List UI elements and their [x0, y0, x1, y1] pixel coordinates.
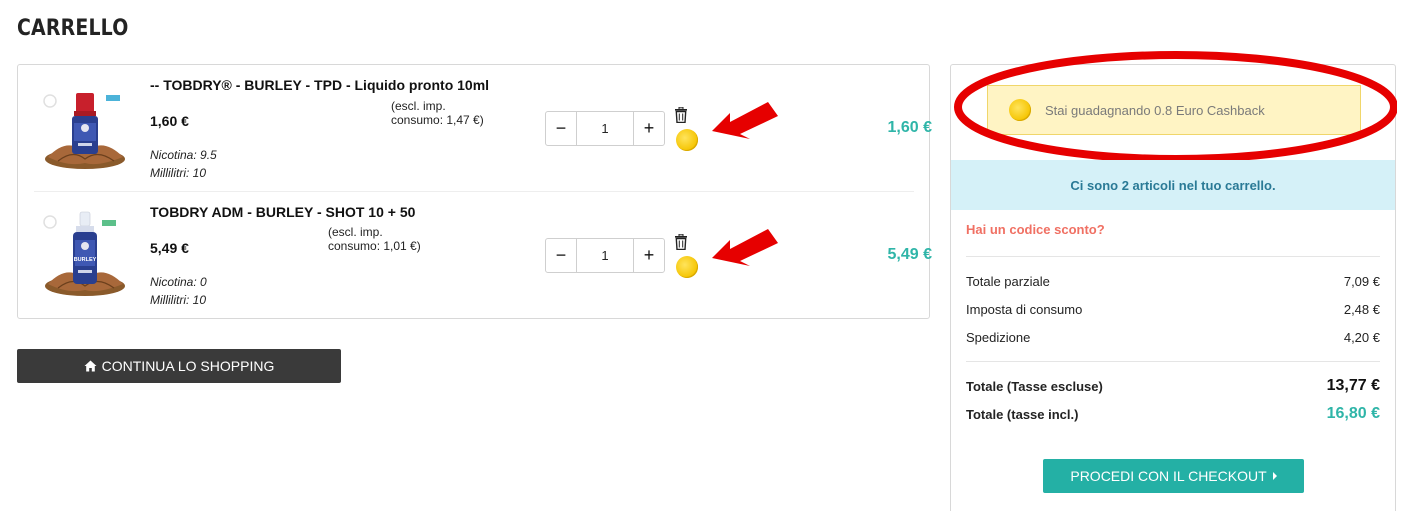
- checkout-button[interactable]: PROCEDI CON IL CHECKOUT: [1043, 459, 1304, 493]
- annotation-arrow: [712, 102, 778, 139]
- cart-item: -- TOBDRY® - BURLEY - TPD - Liquido pron…: [34, 65, 932, 192]
- checkout-label: PROCEDI CON IL CHECKOUT: [1070, 468, 1267, 484]
- subtotal-row: Totale parziale 7,09 €: [966, 274, 1380, 289]
- row-value: 16,80 €: [1326, 405, 1380, 422]
- continue-shopping-button[interactable]: CONTINUA LO SHOPPING: [17, 349, 341, 383]
- row-label: Totale parziale: [966, 274, 1050, 289]
- row-label: Totale (Tasse escluse): [966, 378, 1103, 394]
- excise-note: (escl. imp. consumo: 1,47 €): [391, 99, 484, 127]
- line-total: 1,60 €: [887, 119, 932, 136]
- continue-shopping-label: CONTINUA LO SHOPPING: [101, 358, 275, 374]
- product-price: 1,60 €: [150, 113, 189, 129]
- product-name[interactable]: -- TOBDRY® - BURLEY - TPD - Liquido pron…: [150, 77, 489, 93]
- divider: [966, 361, 1380, 362]
- qty-decrease-button[interactable]: −: [546, 239, 577, 272]
- trash-icon[interactable]: [674, 107, 688, 123]
- product-name[interactable]: TOBDRY ADM - BURLEY - SHOT 10 + 50: [150, 204, 415, 220]
- total-incl-row: Totale (tasse incl.) 16,80 €: [966, 405, 1380, 423]
- row-value: 2,48 €: [1343, 302, 1380, 317]
- cart-item: BURLEY TOBDRY ADM - BURLEY - SHOT 10 + 5…: [34, 192, 932, 319]
- home-icon: [84, 360, 97, 372]
- coin-icon: [676, 129, 698, 151]
- row-label: Imposta di consumo: [966, 302, 1083, 317]
- qty-increase-button[interactable]: +: [633, 239, 664, 272]
- qty-decrease-button[interactable]: −: [546, 112, 577, 145]
- cashback-text: Stai guadagnando 0.8 Euro Cashback: [1045, 102, 1265, 118]
- divider: [966, 256, 1380, 257]
- row-value: 7,09 €: [1343, 274, 1380, 289]
- product-image[interactable]: [38, 81, 133, 176]
- row-label: Totale (tasse incl.): [966, 406, 1079, 422]
- excise-row: Imposta di consumo 2,48 €: [966, 302, 1380, 317]
- qty-input[interactable]: [577, 112, 633, 145]
- product-attr-nicotine: Nicotina: 0: [150, 275, 207, 289]
- qty-input[interactable]: [577, 239, 633, 272]
- product-image[interactable]: BURLEY: [38, 208, 133, 303]
- annotation-arrow: [712, 229, 778, 266]
- row-value: 4,20 €: [1343, 330, 1380, 345]
- total-excl-row: Totale (Tasse escluse) 13,77 €: [966, 377, 1380, 395]
- cashback-notice: Stai guadagnando 0.8 Euro Cashback: [987, 85, 1361, 135]
- quantity-stepper: − +: [545, 238, 665, 273]
- product-attr-nicotine: Nicotina: 9.5: [150, 148, 217, 162]
- excise-note: (escl. imp. consumo: 1,01 €): [328, 225, 421, 253]
- qty-increase-button[interactable]: +: [633, 112, 664, 145]
- shipping-row: Spedizione 4,20 €: [966, 330, 1380, 345]
- quantity-stepper: − +: [545, 111, 665, 146]
- coin-icon: [676, 256, 698, 278]
- promo-code-link[interactable]: Hai un codice sconto?: [966, 222, 1105, 237]
- cart-items-panel: -- TOBDRY® - BURLEY - TPD - Liquido pron…: [17, 64, 932, 319]
- product-price: 5,49 €: [150, 240, 189, 256]
- row-value: 13,77 €: [1326, 377, 1380, 394]
- cart-summary-panel: Stai guadagnando 0.8 Euro Cashback Ci so…: [950, 51, 1397, 511]
- coin-icon: [1009, 99, 1031, 121]
- row-label: Spedizione: [966, 330, 1031, 345]
- bottle-label: BURLEY: [74, 257, 97, 263]
- product-attr-volume: Millilitri: 10: [150, 293, 207, 307]
- trash-icon[interactable]: [674, 234, 688, 250]
- product-attr-volume: Millilitri: 10: [150, 166, 207, 180]
- caret-right-icon: [1272, 472, 1277, 480]
- cart-count-banner: Ci sono 2 articoli nel tuo carrello.: [951, 160, 1395, 210]
- page-title: CARRELLO: [17, 16, 129, 41]
- line-total: 5,49 €: [887, 246, 932, 263]
